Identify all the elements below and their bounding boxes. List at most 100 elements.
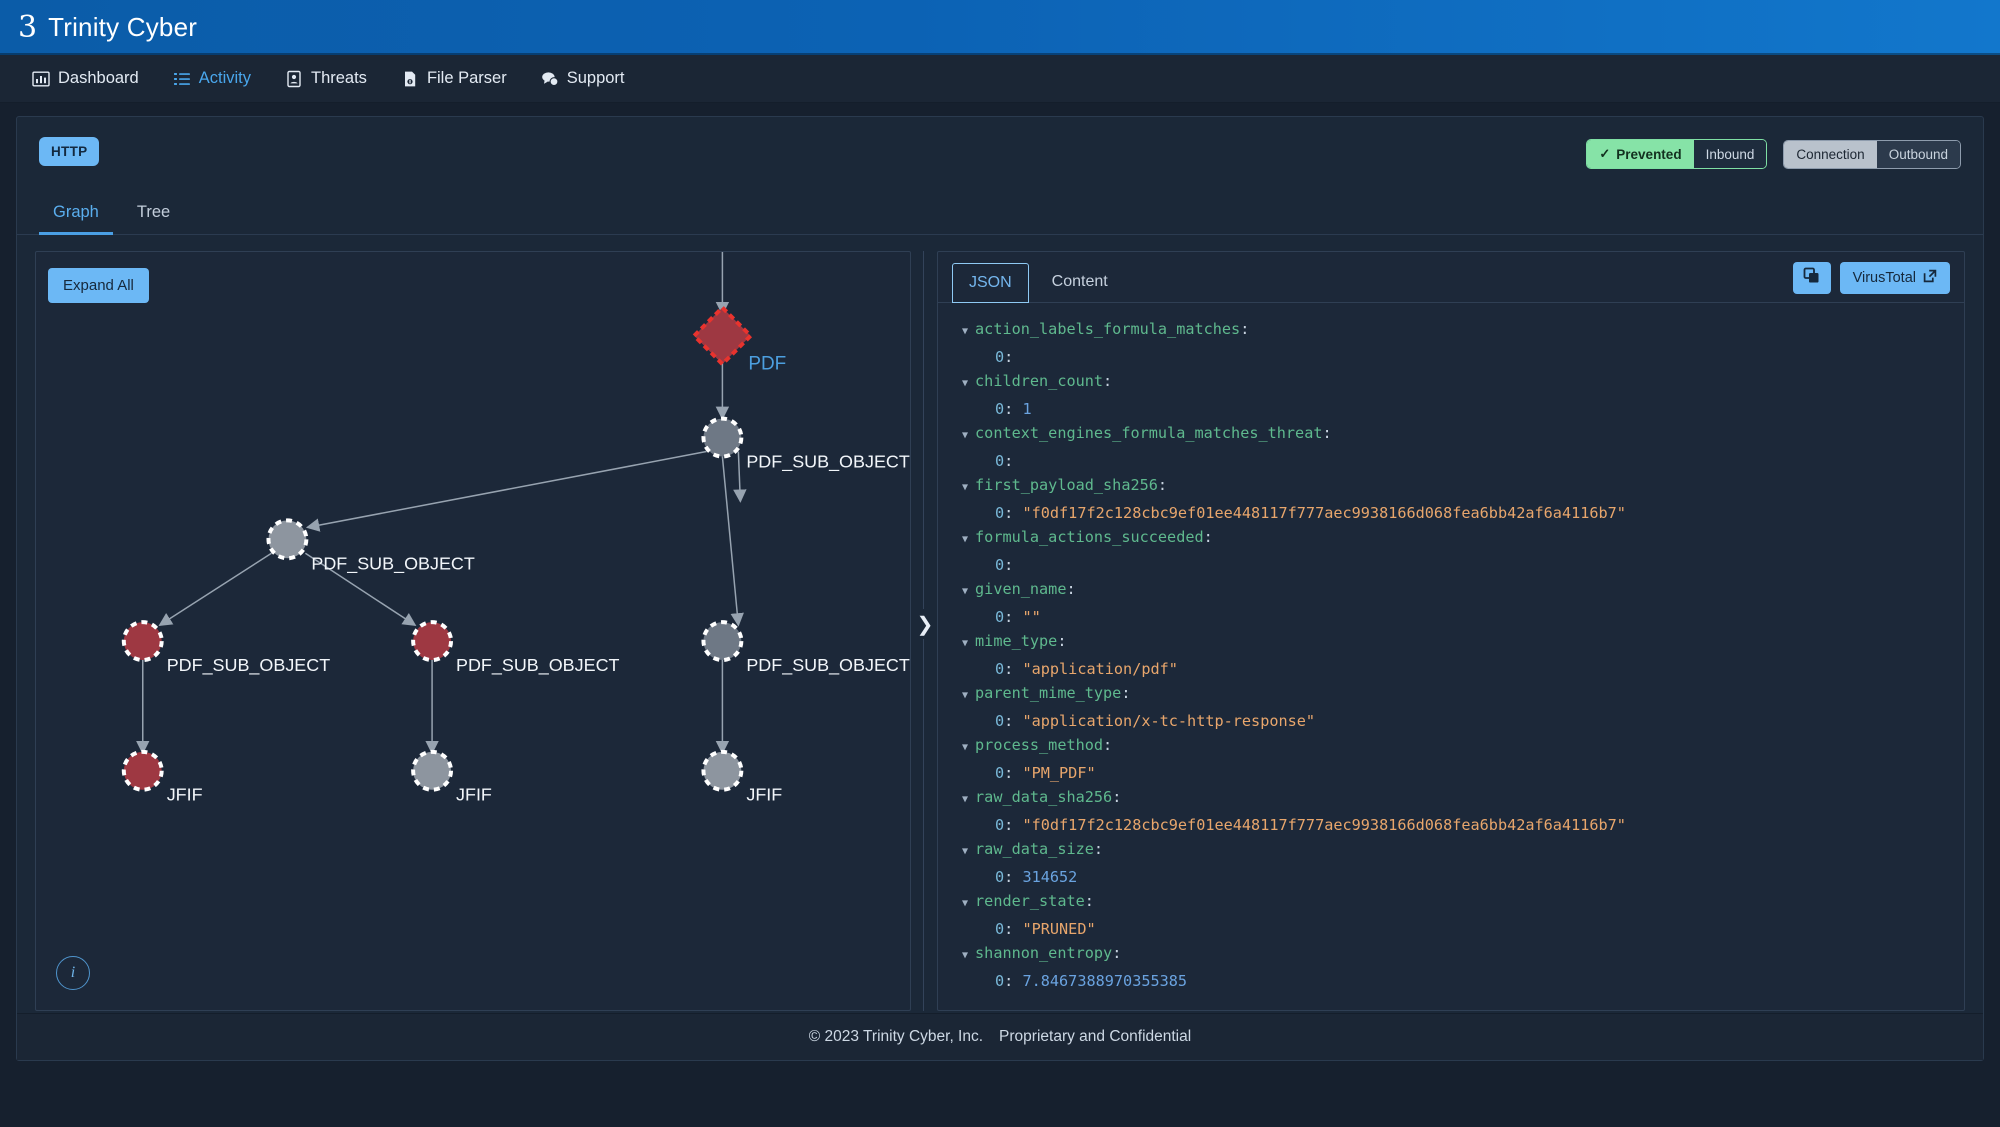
caret-down-icon[interactable]: ▼ bbox=[962, 690, 968, 701]
caret-down-icon[interactable]: ▼ bbox=[962, 482, 968, 493]
caret-down-icon[interactable]: ▼ bbox=[962, 326, 968, 337]
check-icon: ✓ bbox=[1599, 146, 1611, 161]
json-key: parent_mime_type bbox=[975, 684, 1122, 702]
graph-node-label: JFIF bbox=[456, 785, 492, 805]
json-key: raw_data_sha256 bbox=[975, 788, 1113, 806]
json-value: "f0df17f2c128cbc9ef01ee448117f777aec9938… bbox=[1022, 503, 1626, 522]
status-segmented-control: ✓ Prevented Inbound bbox=[1586, 139, 1768, 169]
json-key-row[interactable]: ▼ parent_mime_type: bbox=[962, 681, 1948, 709]
external-link-icon bbox=[1923, 269, 1937, 287]
detail-actions: VirusTotal bbox=[1792, 262, 1950, 302]
json-key-row[interactable]: ▼ formula_actions_succeeded: bbox=[962, 525, 1948, 553]
nav-item-label: Threats bbox=[311, 69, 367, 87]
json-key-row[interactable]: ▼ raw_data_size: bbox=[962, 837, 1948, 865]
segment-label: Outbound bbox=[1888, 146, 1948, 162]
graph-node-pdf-sub-object[interactable]: PDF_SUB_OBJECT bbox=[701, 620, 910, 676]
caret-down-icon[interactable]: ▼ bbox=[962, 534, 968, 545]
graph-node-jfif[interactable]: JFIF bbox=[411, 749, 492, 805]
json-key-row[interactable]: ▼ raw_data_sha256: bbox=[962, 785, 1948, 813]
caret-down-icon[interactable]: ▼ bbox=[962, 794, 968, 805]
json-key: formula_actions_succeeded bbox=[975, 528, 1204, 546]
json-value: "application/pdf" bbox=[1022, 659, 1178, 678]
graph-node-pdf-sub-object[interactable]: PDF_SUB_OBJECT bbox=[701, 416, 910, 473]
json-value: "PRUNED" bbox=[1022, 919, 1096, 938]
json-key-row[interactable]: ▼ given_name: bbox=[962, 577, 1948, 605]
tab-json[interactable]: JSON bbox=[952, 262, 1029, 303]
graph-node-pdf[interactable]: PDF bbox=[691, 304, 786, 375]
segment-outbound[interactable]: Outbound bbox=[1876, 140, 1960, 168]
graph-node-pdf-sub-object[interactable]: PDF_SUB_OBJECT bbox=[411, 620, 620, 676]
json-index: 0 bbox=[995, 503, 1005, 522]
protocol-badge[interactable]: HTTP bbox=[39, 137, 100, 166]
graph-node-label: JFIF bbox=[167, 785, 203, 805]
json-key: first_payload_sha256 bbox=[975, 476, 1158, 494]
tab-tree[interactable]: Tree bbox=[123, 197, 184, 235]
segment-inbound[interactable]: Inbound bbox=[1693, 140, 1767, 168]
json-key-row[interactable]: ▼ mime_type: bbox=[962, 629, 1948, 657]
graph-info-button[interactable]: i bbox=[56, 956, 90, 990]
caret-down-icon[interactable]: ▼ bbox=[962, 742, 968, 753]
pane-divider: ❯ bbox=[911, 251, 937, 1011]
detail-tabs: JSON Content bbox=[952, 262, 1125, 303]
json-key-row[interactable]: ▼ children_count: bbox=[962, 369, 1948, 397]
main-navigation: Dashboard Activity Threats File Parser S… bbox=[0, 55, 2000, 103]
json-viewer[interactable]: ▼ action_labels_formula_matches: 0: ▼ child… bbox=[938, 303, 1964, 993]
virustotal-button[interactable]: VirusTotal bbox=[1839, 262, 1950, 294]
json-key: process_method bbox=[975, 736, 1104, 754]
json-key: action_labels_formula_matches bbox=[975, 320, 1241, 338]
graph-node-label: JFIF bbox=[746, 785, 782, 805]
json-key-row[interactable]: ▼ render_state: bbox=[962, 889, 1948, 917]
graph-node-jfif[interactable]: JFIF bbox=[701, 749, 782, 805]
nav-item-label: Dashboard bbox=[58, 69, 139, 87]
graph-node-label: PDF_SUB_OBJECT bbox=[167, 655, 331, 676]
card-toolbar: HTTP ✓ Prevented Inbound Connection Outb… bbox=[17, 117, 1983, 169]
graph-node-jfif[interactable]: JFIF bbox=[121, 749, 203, 805]
graph-node-pdf-sub-object[interactable]: PDF_SUB_OBJECT bbox=[121, 620, 331, 676]
caret-down-icon[interactable]: ▼ bbox=[962, 898, 968, 909]
nav-item-support[interactable]: Support bbox=[539, 65, 627, 92]
graph-edges bbox=[136, 252, 747, 755]
json-key: render_state bbox=[975, 892, 1085, 910]
segment-connection[interactable]: Connection bbox=[1784, 140, 1877, 168]
nav-item-file-parser[interactable]: File Parser bbox=[399, 65, 509, 92]
collapse-panel-chevron-icon[interactable]: ❯ bbox=[914, 609, 936, 639]
caret-down-icon[interactable]: ▼ bbox=[962, 378, 968, 389]
caret-down-icon[interactable]: ▼ bbox=[962, 950, 968, 961]
segment-label: Prevented bbox=[1616, 146, 1682, 162]
json-value-row: 0: "PM_PDF" bbox=[962, 761, 1948, 786]
json-key-row[interactable]: ▼ action_labels_formula_matches: bbox=[962, 317, 1948, 345]
caret-down-icon[interactable]: ▼ bbox=[962, 846, 968, 857]
footer-copyright: © 2023 Trinity Cyber, Inc. bbox=[808, 1028, 984, 1045]
json-index: 0 bbox=[995, 451, 1005, 470]
graph-node-pdf-sub-object[interactable]: PDF_SUB_OBJECT bbox=[266, 518, 475, 574]
virustotal-label: VirusTotal bbox=[1852, 270, 1916, 286]
json-key-row[interactable]: ▼ first_payload_sha256: bbox=[962, 473, 1948, 501]
graph-node-label: PDF bbox=[748, 354, 786, 375]
caret-down-icon[interactable]: ▼ bbox=[962, 638, 968, 649]
json-value-row: 0: "f0df17f2c128cbc9ef01ee448117f777aec9… bbox=[962, 813, 1948, 838]
brand-header: 3 Trinity Cyber bbox=[0, 0, 2000, 55]
json-index: 0 bbox=[995, 711, 1005, 730]
page-body: HTTP ✓ Prevented Inbound Connection Outb… bbox=[0, 103, 2000, 1061]
caret-down-icon[interactable]: ▼ bbox=[962, 586, 968, 597]
object-graph[interactable]: PDF PDF_SUB_OBJECT PDF_SUB_OBJECT PDF_SU… bbox=[36, 252, 910, 1010]
tab-graph[interactable]: Graph bbox=[39, 197, 113, 235]
tab-content[interactable]: Content bbox=[1035, 262, 1125, 302]
nav-item-dashboard[interactable]: Dashboard bbox=[30, 65, 141, 92]
json-key-row[interactable]: ▼ shannon_entropy: bbox=[962, 941, 1948, 969]
json-index: 0 bbox=[995, 971, 1005, 990]
json-key-row[interactable]: ▼ process_method: bbox=[962, 733, 1948, 761]
graph-pane: Expand All PDF PDF_SUB_OBJECT PDF_SUB_OB… bbox=[35, 251, 911, 1011]
json-value-row: 0: "PRUNED" bbox=[962, 917, 1948, 942]
json-key: children_count bbox=[975, 372, 1104, 390]
copy-button[interactable] bbox=[1792, 262, 1831, 294]
segment-prevented[interactable]: ✓ Prevented bbox=[1587, 140, 1694, 168]
brand-title: Trinity Cyber bbox=[48, 12, 198, 42]
filter-toggles: ✓ Prevented Inbound Connection Outbound bbox=[1586, 139, 1961, 169]
caret-down-icon[interactable]: ▼ bbox=[962, 430, 968, 441]
nav-item-activity[interactable]: Activity bbox=[171, 65, 253, 92]
nav-item-threats[interactable]: Threats bbox=[283, 65, 369, 92]
json-index: 0 bbox=[995, 867, 1005, 886]
footer-notice: Proprietary and Confidential bbox=[999, 1028, 1192, 1045]
json-key-row[interactable]: ▼ context_engines_formula_matches_threat: bbox=[962, 421, 1948, 449]
